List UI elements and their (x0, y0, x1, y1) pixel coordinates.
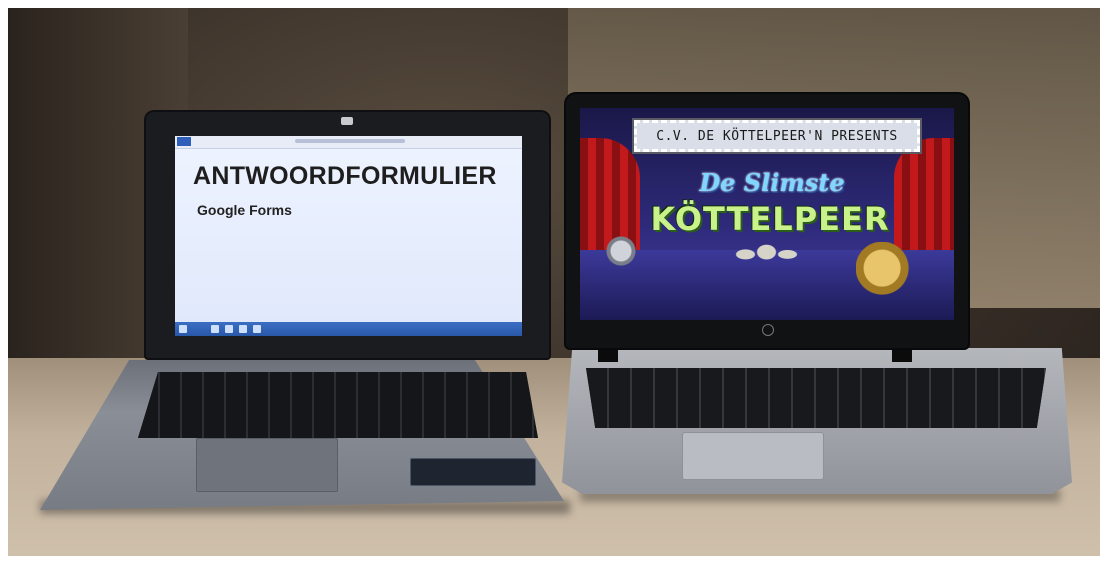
taskbar-app-icon (225, 325, 233, 333)
left-laptop-sticker (410, 458, 536, 486)
left-laptop-screen: ANTWOORDFORMULIER Google Forms (175, 136, 522, 336)
start-icon (179, 325, 187, 333)
taskbar (175, 322, 522, 336)
right-laptop-touchpad (682, 432, 824, 480)
slide-title: ANTWOORDFORMULIER (193, 162, 497, 190)
presents-banner: C.V. DE KÖTTELPEER'N PRESENTS (632, 118, 922, 154)
slide-subtitle: Google Forms (197, 202, 292, 218)
gramophone-icon (856, 242, 914, 300)
left-laptop-touchpad (196, 438, 338, 492)
presentation-ribbon (175, 136, 522, 149)
right-laptop-lid: C.V. DE KÖTTELPEER'N PRESENTS De Slimste… (566, 94, 968, 348)
left-laptop-lid: ANTWOORDFORMULIER Google Forms (146, 112, 549, 358)
taskbar-app-icon (239, 325, 247, 333)
window-title-bar (295, 139, 405, 143)
microphone-icon (606, 236, 636, 266)
taskbar-app-icon (253, 325, 261, 333)
show-title-line2: KÖTTELPEER (650, 200, 890, 238)
left-laptop-keyboard (138, 372, 538, 438)
right-laptop-keyboard (586, 368, 1046, 428)
webcam-icon (341, 117, 353, 125)
file-tab (177, 137, 191, 146)
taskbar-app-icon (211, 325, 219, 333)
right-laptop-screen: C.V. DE KÖTTELPEER'N PRESENTS De Slimste… (580, 108, 954, 320)
dancers-illustration (728, 236, 798, 282)
hp-logo-icon (762, 324, 774, 336)
show-title-line1: De Slimste (699, 168, 845, 197)
